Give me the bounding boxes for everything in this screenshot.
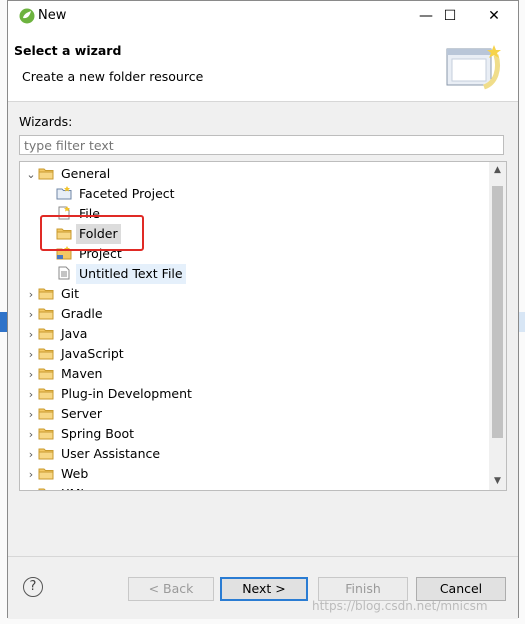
tree-item-javascript[interactable]: › JavaScript	[24, 344, 127, 364]
tree-item-label: Untitled Text File	[76, 264, 186, 284]
tree-item-label: Web	[61, 466, 89, 481]
spring-app-icon	[19, 8, 35, 24]
tree-item-untitled-text-file[interactable]: Untitled Text File	[56, 264, 186, 284]
tree-item-git[interactable]: › Git	[24, 284, 82, 304]
next-button[interactable]: Next >	[220, 577, 308, 601]
tree-item-plug-in-development[interactable]: › Plug-in Development	[24, 384, 195, 404]
chevron-right-icon[interactable]: ›	[24, 285, 38, 305]
chevron-right-icon[interactable]: ›	[24, 425, 38, 445]
tree-item-label: Java	[61, 326, 88, 341]
wizards-label: Wizards:	[19, 114, 73, 129]
tree-item-label: Spring Boot	[61, 426, 135, 441]
chevron-right-icon[interactable]: ›	[24, 445, 38, 465]
folder-icon	[38, 326, 54, 340]
tree-item-label: Git	[61, 286, 80, 301]
finish-button[interactable]: Finish	[318, 577, 408, 601]
help-icon[interactable]: ?	[23, 577, 43, 597]
tree-item-server[interactable]: › Server	[24, 404, 105, 424]
chevron-right-icon[interactable]: ›	[24, 305, 38, 325]
folder-icon	[38, 346, 54, 360]
tree-item-maven[interactable]: › Maven	[24, 364, 105, 384]
tree-item-label: Maven	[61, 366, 103, 381]
chevron-right-icon[interactable]: ›	[24, 385, 38, 405]
scroll-up-arrow[interactable]: ▲	[489, 162, 506, 179]
cancel-button[interactable]: Cancel	[416, 577, 506, 601]
new-wizard-banner-icon	[446, 45, 501, 90]
text-file-icon	[56, 266, 72, 280]
chevron-down-icon[interactable]: ⌄	[24, 165, 38, 185]
tree-item-spring-boot[interactable]: › Spring Boot	[24, 424, 137, 444]
tree-item-label: Faceted Project	[79, 186, 175, 201]
back-button[interactable]: < Back	[128, 577, 214, 601]
chevron-right-icon[interactable]: ›	[24, 405, 38, 425]
folder-icon	[38, 306, 54, 320]
title-bar: New — ☐ ✕	[8, 1, 518, 31]
tree-scrollbar[interactable]: ▲ ▼	[489, 162, 506, 490]
folder-icon	[38, 446, 54, 460]
folder-icon	[38, 286, 54, 300]
watermark: https://blog.csdn.net/mnicsm	[312, 599, 488, 613]
folder-highlight-box	[40, 215, 144, 251]
tree-item-xml[interactable]: › XML	[24, 484, 90, 490]
wizard-body: Wizards: ⌄GeneralFaceted ProjectFileFold…	[8, 102, 518, 556]
scroll-thumb[interactable]	[492, 186, 503, 438]
chevron-right-icon[interactable]: ›	[24, 325, 38, 345]
filter-input[interactable]	[19, 135, 504, 155]
new-wizard-dialog: New — ☐ ✕ Select a wizard Create a new f…	[7, 0, 519, 619]
chevron-right-icon[interactable]: ›	[24, 365, 38, 385]
tree-item-label: Gradle	[61, 306, 103, 321]
folder-icon	[38, 406, 54, 420]
chevron-right-icon[interactable]: ›	[24, 345, 38, 365]
chevron-right-icon[interactable]: ›	[24, 465, 38, 485]
scroll-down-arrow[interactable]: ▼	[489, 473, 506, 490]
tree-item-label: XML	[58, 484, 90, 490]
wizard-header: Select a wizard Create a new folder reso…	[8, 31, 518, 102]
tree-item-label: Server	[61, 406, 102, 421]
tree-item-faceted-project[interactable]: Faceted Project	[56, 184, 178, 204]
tree-item-general[interactable]: ⌄ General	[24, 164, 113, 184]
tree-item-java[interactable]: › Java	[24, 324, 90, 344]
folder-icon	[38, 426, 54, 440]
folder-icon	[38, 486, 54, 490]
tree-item-label: User Assistance	[61, 446, 161, 461]
maximize-button[interactable]: ☐	[428, 1, 472, 31]
tree-item-web[interactable]: › Web	[24, 464, 91, 484]
folder-icon	[38, 386, 54, 400]
tree-item-label: General	[61, 166, 111, 181]
faceted-project-icon	[56, 186, 72, 200]
wizard-description: Create a new folder resource	[22, 69, 204, 84]
folder-icon	[38, 366, 54, 380]
close-button[interactable]: ✕	[472, 1, 516, 31]
tree-item-user-assistance[interactable]: › User Assistance	[24, 444, 163, 464]
background-selection-bar-right	[519, 312, 525, 332]
wizard-title: Select a wizard	[14, 43, 122, 58]
window-title: New	[38, 8, 67, 23]
folder-icon	[38, 166, 54, 180]
chevron-right-icon[interactable]: ›	[24, 485, 38, 490]
tree-item-label: Plug-in Development	[61, 386, 192, 401]
folder-icon	[38, 466, 54, 480]
wizard-tree[interactable]: ⌄ General Faceted Project File Folder Project…	[19, 161, 507, 491]
tree-item-gradle[interactable]: › Gradle	[24, 304, 106, 324]
tree-item-label: JavaScript	[61, 346, 124, 361]
